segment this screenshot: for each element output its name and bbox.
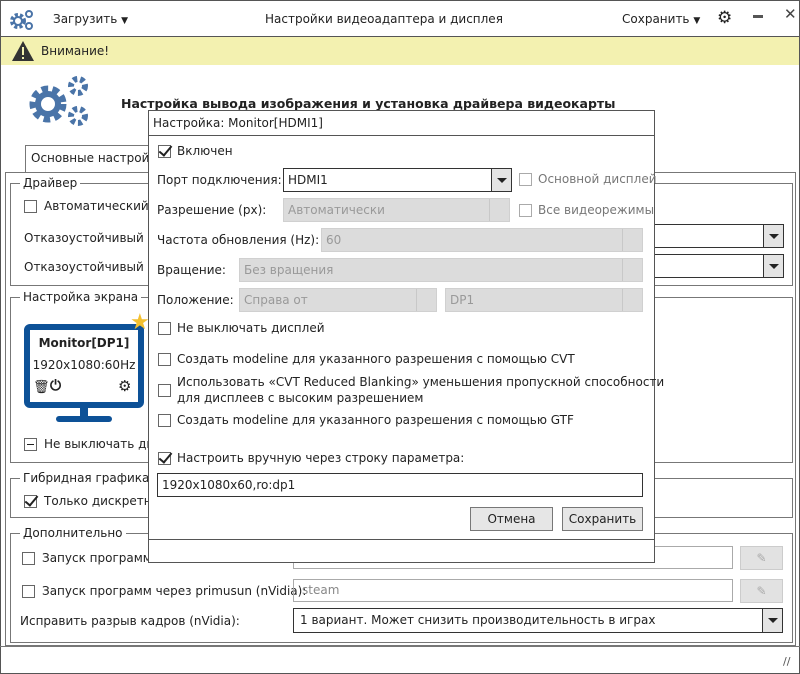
warning-icon	[12, 41, 34, 61]
tab-main-settings[interactable]: Основные настройки	[25, 145, 155, 173]
keep-on-checkbox[interactable]	[24, 438, 37, 451]
run1-label: Запуск программ ч	[42, 551, 163, 565]
run1-checkbox[interactable]	[22, 552, 35, 565]
chevron-down-icon	[762, 609, 782, 632]
monitor-mode: 1920x1080:60Hz	[32, 358, 136, 372]
load-menu[interactable]: Загрузить ▼	[53, 12, 128, 26]
driver-legend: Драйвер	[20, 176, 81, 190]
all-modes-label: Все видеорежимы	[538, 203, 655, 217]
keep-on-label: Не выключать ди	[44, 437, 155, 451]
monitor-base	[56, 416, 112, 422]
position-target-select[interactable]: DP1	[445, 288, 643, 312]
monitor-stand	[80, 408, 88, 416]
dialog-title: Настройка: Monitor[HDMI1]	[153, 116, 323, 130]
resize-grip-icon[interactable]: //	[783, 655, 790, 668]
keep-display-on-label: Не выключать дисплей	[177, 321, 325, 335]
run2-input[interactable]: steam	[293, 579, 733, 602]
resolution-label: Разрешение (px):	[157, 203, 267, 217]
tearing-label: Исправить разрыв кадров (nVidia):	[20, 614, 240, 628]
position-target-value: DP1	[450, 293, 475, 307]
warning-text: Внимание!	[41, 44, 110, 58]
refresh-rate-value: 60	[326, 233, 342, 247]
auto-driver-checkbox[interactable]	[24, 200, 37, 213]
gtf-checkbox[interactable]	[158, 414, 171, 427]
edit-icon[interactable]: ✎	[740, 579, 783, 603]
warning-banner: Внимание!	[1, 37, 799, 65]
manual-param-value: 1920x1080x60,ro:dp1	[162, 478, 296, 492]
enabled-checkbox[interactable]	[158, 145, 171, 158]
position-select[interactable]: Справа от	[239, 288, 437, 312]
failsafe-driver-label-2: Отказоустойчивый др	[24, 260, 164, 274]
gear-icon[interactable]: ⚙	[118, 377, 131, 395]
run2-value: steam	[302, 583, 340, 597]
cancel-button[interactable]: Отмена	[470, 507, 553, 531]
minimize-icon[interactable]	[753, 15, 763, 18]
monitor-card[interactable]: Monitor[DP1] 1920x1080:60Hz 🗑 ⏻ ⚙	[24, 324, 144, 408]
save-label: Сохранить	[622, 12, 690, 26]
tearing-value: 1 вариант. Может снизить производительно…	[300, 613, 656, 627]
run2-checkbox[interactable]	[22, 585, 35, 598]
manual-checkbox[interactable]	[158, 452, 171, 465]
page-heading: Настройка вывода изображения и установка…	[121, 96, 616, 111]
tab-label: Основные настройки	[31, 151, 155, 165]
save-menu[interactable]: Сохранить ▼	[622, 12, 700, 26]
cvt-rb-label-2: для дисплеев с высоким разрешением	[177, 391, 424, 405]
resolution-value: Автоматически	[288, 203, 385, 217]
position-label: Положение:	[157, 293, 234, 307]
star-icon: ★	[130, 310, 150, 335]
failsafe-driver-label: Отказоустойчивый др	[24, 231, 164, 245]
cvt-rb-checkbox[interactable]	[158, 384, 171, 397]
port-value: HDMI1	[288, 173, 328, 187]
gears-icon	[29, 76, 88, 126]
primary-display-label: Основной дисплей	[538, 172, 657, 186]
tearing-select[interactable]: 1 вариант. Может снизить производительно…	[293, 608, 783, 633]
save-button[interactable]: Сохранить	[562, 507, 643, 531]
divider	[0, 646, 800, 647]
chevron-down-icon: ▼	[693, 16, 701, 26]
chevron-down-icon	[763, 225, 783, 247]
window-title: Настройки видеоадаптера и дисплея	[265, 12, 503, 26]
gear-icon[interactable]: ⚙	[717, 8, 732, 28]
position-value: Справа от	[244, 293, 308, 307]
load-label: Загрузить	[53, 12, 118, 26]
cvt-label: Создать modeline для указанного разрешен…	[177, 352, 575, 366]
refresh-rate-label: Частота обновления (Hz):	[157, 233, 320, 247]
titlebar: Загрузить ▼ Настройки видеоадаптера и ди…	[1, 1, 799, 37]
keep-display-on-checkbox[interactable]	[158, 322, 171, 335]
power-icon[interactable]: ⏻	[50, 378, 61, 394]
gears-icon[interactable]	[9, 8, 35, 32]
close-icon[interactable]: ✕	[784, 5, 797, 23]
discrete-only-checkbox[interactable]	[24, 495, 37, 508]
gtf-label: Создать modeline для указанного разрешен…	[177, 413, 574, 427]
port-label: Порт подключения:	[157, 173, 282, 187]
screen-legend: Настройка экрана	[20, 290, 142, 304]
cvt-rb-label: Использовать «CVT Reduced Blanking» умен…	[177, 375, 665, 389]
enabled-label: Включен	[177, 144, 233, 158]
all-modes-checkbox[interactable]	[519, 204, 532, 217]
manual-label: Настроить вручную через строку параметра…	[177, 451, 465, 465]
monitor-name: Monitor[DP1]	[38, 336, 130, 350]
refresh-rate-select[interactable]: 60	[321, 228, 643, 252]
run2-label: Запуск программ через primusun (nVidia):	[42, 584, 307, 598]
resolution-select[interactable]: Автоматически	[283, 198, 510, 222]
discrete-only-label: Только дискретно	[44, 494, 159, 508]
dialog-titlebar: Настройка: Monitor[HDMI1]	[149, 111, 654, 136]
rotation-value: Без вращения	[244, 263, 334, 277]
manual-param-input[interactable]: 1920x1080x60,ro:dp1	[157, 473, 643, 497]
cvt-checkbox[interactable]	[158, 353, 171, 366]
chevron-down-icon: ▼	[121, 16, 129, 26]
hybrid-legend: Гибридная графика	[20, 471, 153, 485]
edit-icon[interactable]: ✎	[740, 546, 783, 570]
primary-display-checkbox[interactable]	[519, 173, 532, 186]
divider	[149, 539, 654, 540]
rotation-select[interactable]: Без вращения	[239, 258, 643, 282]
auto-driver-label: Автоматический в	[44, 199, 160, 213]
chevron-down-icon	[763, 255, 783, 277]
rotation-label: Вращение:	[157, 263, 226, 277]
extra-legend: Дополнительно	[20, 526, 126, 540]
trash-icon[interactable]: 🗑	[33, 380, 50, 395]
port-select[interactable]: HDMI1	[283, 168, 512, 192]
chevron-down-icon	[491, 169, 511, 191]
